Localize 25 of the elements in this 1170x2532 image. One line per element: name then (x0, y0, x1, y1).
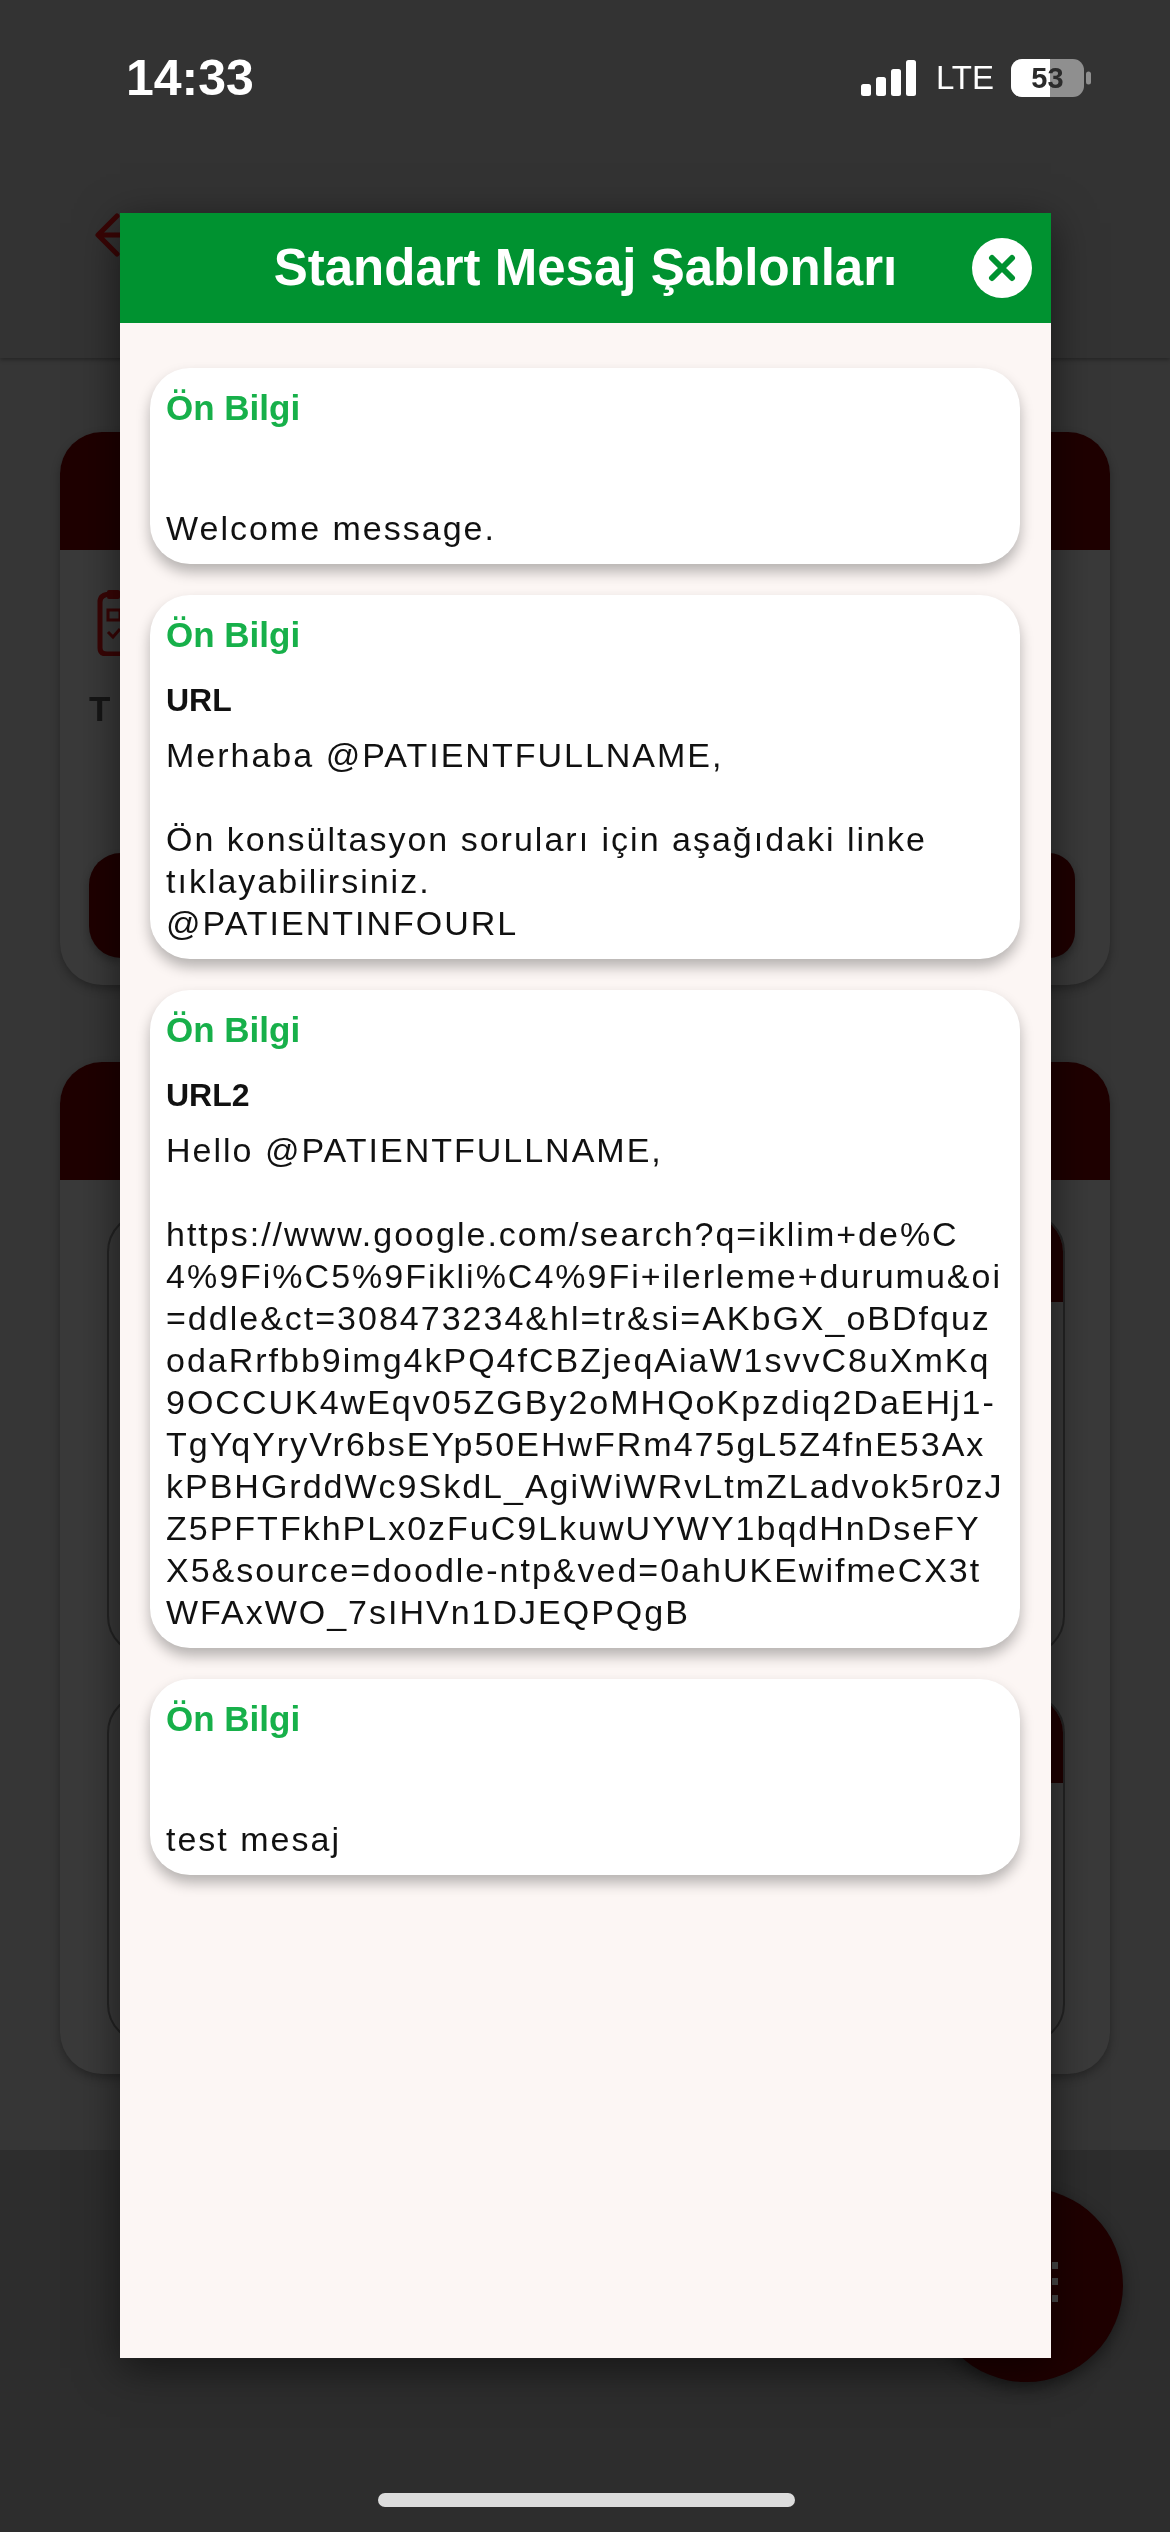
template-card[interactable] (150, 990, 1020, 1648)
template-title: URL (166, 681, 232, 720)
message-text: test mesaj (166, 1819, 342, 1860)
category-label: Ön Bilgi (166, 614, 301, 656)
back-arrow-icon (95, 213, 121, 257)
clipboard-icon (97, 588, 120, 656)
category-label: Ön Bilgi (166, 1009, 301, 1051)
battery-icon (1011, 59, 1091, 97)
battery-percentage: 53 (1031, 62, 1064, 94)
message-text: Welcome message. (166, 508, 497, 549)
template-card[interactable]: Ön Bilgi test mesaj (150, 1679, 1020, 1875)
signal-icon (860, 60, 917, 96)
template-title: URL2 (166, 1076, 250, 1115)
modal-title: Standart Mesaj Şablonları (273, 238, 898, 298)
dots-icon (1052, 2262, 1058, 2302)
template-card[interactable]: Ön Bilgi Welcome message. (150, 368, 1020, 564)
message-text: Merhaba @PATIENTFULLNAME, Ön konsültasyon soruları için aşağıdaki linke tıklayabilirsiniz. @PATIENTINFOURL (166, 735, 928, 944)
category-label: Ön Bilgi (166, 387, 301, 429)
category-label: Ön Bilgi (166, 1698, 301, 1740)
message-text: Hello @PATIENTFULLNAME, https://www.google.com/search?q=iklim+de%C4%9Fi%C5%9Fikli%C4%9Fi+ilerleme+durumu&oi=ddle&ct=308473234&hl=tr&si=AKbGX_oBDfquzodaRrfbb9img4kPQ4fCBZjeqAiaW1svvC8uXmKq9OCCUK4wEqv05ZGBy2oMHQoKpzdiq2DaEHj1-TgYqYryVr6bsEYp50EHwFRm475gL5Z4fnE53AxkPBHGrddWc9SkdL_AgiWiWRvLtmZLadvok5r0zJZ5PFTFkhPLx0zFuC9LkuwUYWY1bqdHnDseFYX5&source=doodle-ntp&ved=0ahUKEwifmeCX3tWFAxWO_7sIHVn1DJEQPQgB (166, 1130, 1004, 1633)
close-icon (988, 254, 1016, 282)
network-type: LTE (935, 58, 994, 98)
template-card[interactable]: Ön Bilgi URL Merhaba @PATIENTFULLNAME, Ön konsültasyon soruları için aşağıdaki linke tıklayabilirsiniz. @PATIENTINFOURL (150, 595, 1020, 959)
status-time: 14:33 (126, 49, 254, 108)
close-button[interactable] (972, 238, 1032, 298)
